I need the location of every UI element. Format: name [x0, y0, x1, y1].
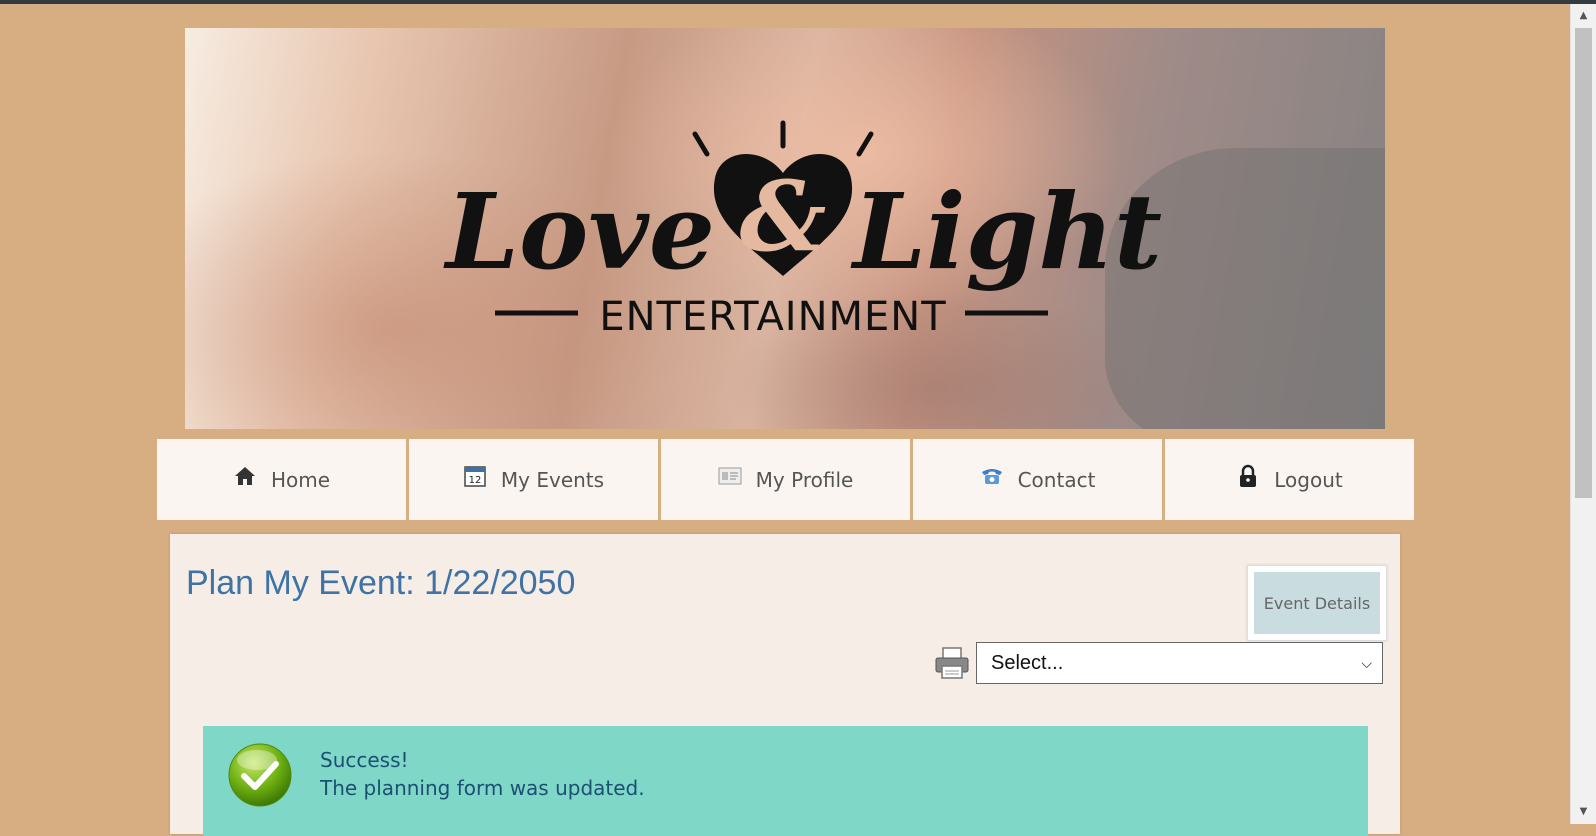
brand-ampersand: &	[740, 160, 827, 273]
nav-item-label: Logout	[1274, 467, 1343, 492]
telephone-icon	[981, 468, 1002, 484]
scroll-up-icon[interactable]: ▲	[1571, 6, 1596, 26]
nav-item-home[interactable]: Home	[157, 439, 406, 520]
brand-word-love: Love	[443, 170, 715, 293]
vertical-scrollbar[interactable]: ▲ ▼	[1570, 4, 1596, 824]
home-icon	[234, 466, 255, 485]
content-panel: Plan My Event: 1/22/2050 Event Details S…	[170, 534, 1400, 836]
scroll-down-icon[interactable]: ▼	[1571, 802, 1596, 822]
svg-text:12: 12	[469, 475, 482, 486]
nav-item-my-events[interactable]: 12 My Events	[409, 439, 658, 520]
scrollbar-thumb[interactable]	[1575, 28, 1592, 498]
nav-item-my-profile[interactable]: My Profile	[661, 439, 910, 520]
page-title: Plan My Event: 1/22/2050	[186, 564, 576, 602]
select-value: Select...	[991, 652, 1064, 674]
header-banner: & Love Light ENTERTAINMENT	[185, 28, 1385, 429]
event-details-box: Event Details	[1247, 565, 1387, 641]
profile-card-icon	[718, 467, 742, 484]
nav-item-contact[interactable]: Contact	[913, 439, 1162, 520]
nav-item-logout[interactable]: Logout	[1165, 439, 1414, 520]
lock-icon	[1240, 464, 1257, 487]
brand-logo: & Love Light ENTERTAINMENT	[443, 120, 1162, 340]
brand-subtitle: ENTERTAINMENT	[599, 294, 946, 340]
form-select-dropdown[interactable]: Select... ⌵	[976, 642, 1383, 684]
nav-item-label: My Events	[500, 467, 605, 492]
checkmark-icon	[228, 743, 292, 807]
nav-item-label: Contact	[1017, 467, 1096, 492]
nav-item-label: Home	[270, 467, 331, 492]
event-details-button[interactable]: Event Details	[1254, 572, 1380, 634]
printer-icon[interactable]	[934, 646, 970, 680]
window-top-border	[0, 0, 1596, 4]
chevron-down-icon: ⌵	[1361, 655, 1372, 671]
calendar-icon: 12	[464, 465, 486, 487]
brand-word-light: Light	[850, 170, 1162, 293]
alert-title: Success!	[320, 748, 409, 772]
alert-message: The planning form was updated.	[320, 776, 645, 800]
success-alert: Success! The planning form was updated.	[203, 726, 1368, 836]
main-nav: Home 12 My Events My Profile Contact Log…	[157, 439, 1414, 520]
nav-item-label: My Profile	[755, 467, 854, 492]
